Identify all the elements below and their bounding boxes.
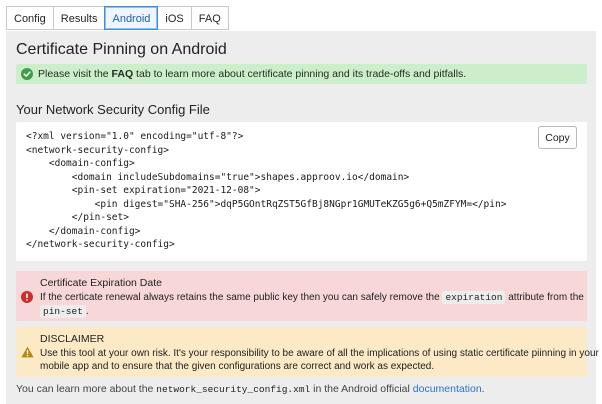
- tab-android[interactable]: Android: [104, 6, 159, 30]
- code-line: <pin digest="SHA-256">dqP5GOntRqZST5GfBj…: [26, 198, 507, 210]
- expiration-text: If the certicate renewal always retains …: [40, 291, 584, 304]
- disclaimer-line-2: mobile app and to ensure that the given …: [40, 361, 435, 372]
- disclaimer-line-1: Use this tool at your own risk. It's you…: [40, 348, 599, 359]
- disclaimer-alert: DISCLAIMER Use this tool at your own ris…: [16, 327, 599, 377]
- code-line: </pin-set>: [26, 212, 129, 223]
- copy-button[interactable]: Copy: [538, 126, 577, 149]
- expiration-title: Certificate Expiration Date: [40, 277, 162, 289]
- android-panel: Certificate Pinning on Android Please vi…: [6, 31, 599, 404]
- tab-bar: Config Results Android iOS FAQ: [6, 6, 229, 31]
- expiration-code: expiration: [442, 291, 506, 304]
- info-banner: Please visit the FAQ tab to learn more a…: [16, 64, 587, 84]
- tab-faq[interactable]: FAQ: [190, 6, 229, 30]
- warning-triangle-icon: [21, 346, 34, 358]
- tab-config[interactable]: Config: [6, 6, 53, 30]
- disclaimer-title: DISCLAIMER: [40, 333, 105, 345]
- alert-circle-icon: [21, 291, 33, 303]
- tab-ios[interactable]: iOS: [158, 6, 191, 30]
- faq-link[interactable]: FAQ: [112, 68, 134, 80]
- tab-results[interactable]: Results: [52, 6, 105, 30]
- page-title: Certificate Pinning on Android: [16, 41, 227, 58]
- pin-set-code: pin-set: [40, 305, 86, 318]
- code-block: <?xml version="1.0" encoding="utf-8"?> <n…: [16, 122, 587, 261]
- code-line: </network-security-config>: [26, 239, 175, 250]
- footer-code: network_security_config.xml: [156, 384, 311, 395]
- check-circle-icon: [21, 68, 33, 80]
- documentation-link[interactable]: documentation: [413, 383, 482, 395]
- code-line: <?xml version="1.0" encoding="utf-8"?>: [26, 131, 244, 142]
- info-text: Please visit the FAQ tab to learn more a…: [38, 68, 467, 80]
- xml-config: <?xml version="1.0" encoding="utf-8"?> <n…: [26, 130, 506, 252]
- code-line: <network-security-config>: [26, 144, 169, 156]
- code-line: </domain-config>: [26, 225, 141, 237]
- expiration-text-2: pin-set.: [40, 305, 89, 318]
- config-file-title: Your Network Security Config File: [16, 102, 210, 117]
- code-line: <pin-set expiration="2021-12-08">: [26, 185, 261, 196]
- expiration-alert: Certificate Expiration Date If the certi…: [16, 271, 587, 321]
- code-line: <domain includeSubdomains="true">shapes.…: [26, 171, 410, 183]
- footer-text: You can learn more about the network_sec…: [16, 383, 485, 395]
- code-line: <domain-config>: [26, 158, 135, 169]
